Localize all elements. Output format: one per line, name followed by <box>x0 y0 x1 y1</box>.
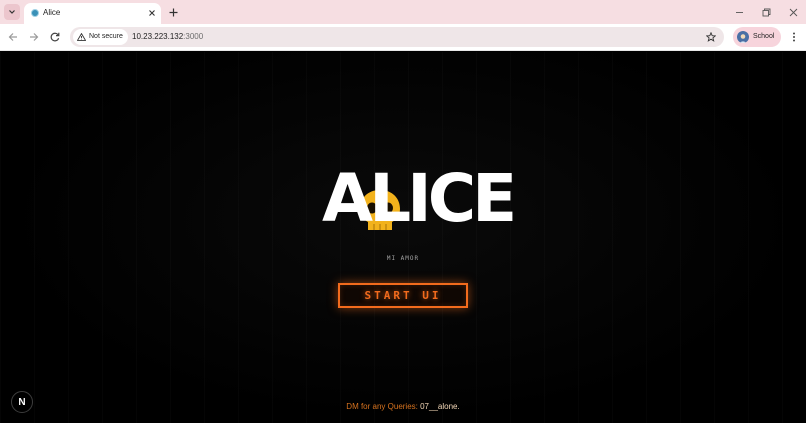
warning-icon <box>77 33 86 41</box>
star-icon <box>706 32 716 42</box>
browser-toolbar: Not secure 10.23.223.132:3000 School <box>0 24 806 51</box>
back-button[interactable] <box>6 30 20 44</box>
minimize-icon <box>735 11 743 13</box>
bookmark-button[interactable] <box>704 30 718 44</box>
forward-button[interactable] <box>27 30 41 44</box>
url-host: 10.23.223.132 <box>132 32 184 41</box>
close-icon <box>789 8 797 16</box>
nextjs-dev-badge[interactable]: N <box>11 391 33 413</box>
plus-icon <box>169 8 177 16</box>
footer-prefix: DM for any Queries: <box>346 402 421 411</box>
arrow-left-icon <box>8 33 17 41</box>
arrow-right-icon <box>30 33 39 41</box>
tab-search-button[interactable] <box>4 4 20 20</box>
url-text: 10.23.223.132:3000 <box>132 32 203 42</box>
tagline: MI AMOR <box>386 255 420 262</box>
new-tab-button[interactable] <box>166 5 180 19</box>
more-vert-icon <box>793 32 795 42</box>
reload-button[interactable] <box>48 30 62 44</box>
address-bar[interactable]: Not secure 10.23.223.132:3000 <box>70 27 724 47</box>
avatar <box>737 31 749 43</box>
minimize-button[interactable] <box>732 5 746 19</box>
close-window-button[interactable] <box>786 5 800 19</box>
globe-icon <box>31 9 39 17</box>
start-ui-button[interactable]: START UI <box>338 283 468 308</box>
security-indicator[interactable]: Not secure <box>73 29 128 45</box>
footer-contact: DM for any Queries: 07__alone. <box>0 402 806 411</box>
browser-menu-button[interactable] <box>787 30 801 44</box>
alice-logo: ALICE <box>322 166 517 232</box>
tab-strip: Alice <box>0 0 806 24</box>
close-icon <box>149 10 155 16</box>
tab-title: Alice <box>43 8 61 17</box>
avatar-icon <box>739 34 747 43</box>
chevron-down-icon <box>9 10 15 14</box>
footer-handle[interactable]: 07__alone. <box>420 402 460 411</box>
page-content: ALICE MI AMOR START UI DM for any Querie… <box>0 52 806 423</box>
profile-button[interactable]: School <box>733 27 781 47</box>
profile-name: School <box>753 33 775 40</box>
restore-button[interactable] <box>759 5 773 19</box>
tab-close-button[interactable] <box>146 7 158 19</box>
url-port: :3000 <box>183 32 204 41</box>
security-label: Not secure <box>89 33 123 40</box>
reload-icon <box>50 32 60 42</box>
tab-alice[interactable]: Alice <box>24 3 161 24</box>
restore-icon <box>762 8 770 16</box>
logo-text: ALICE <box>322 160 517 237</box>
